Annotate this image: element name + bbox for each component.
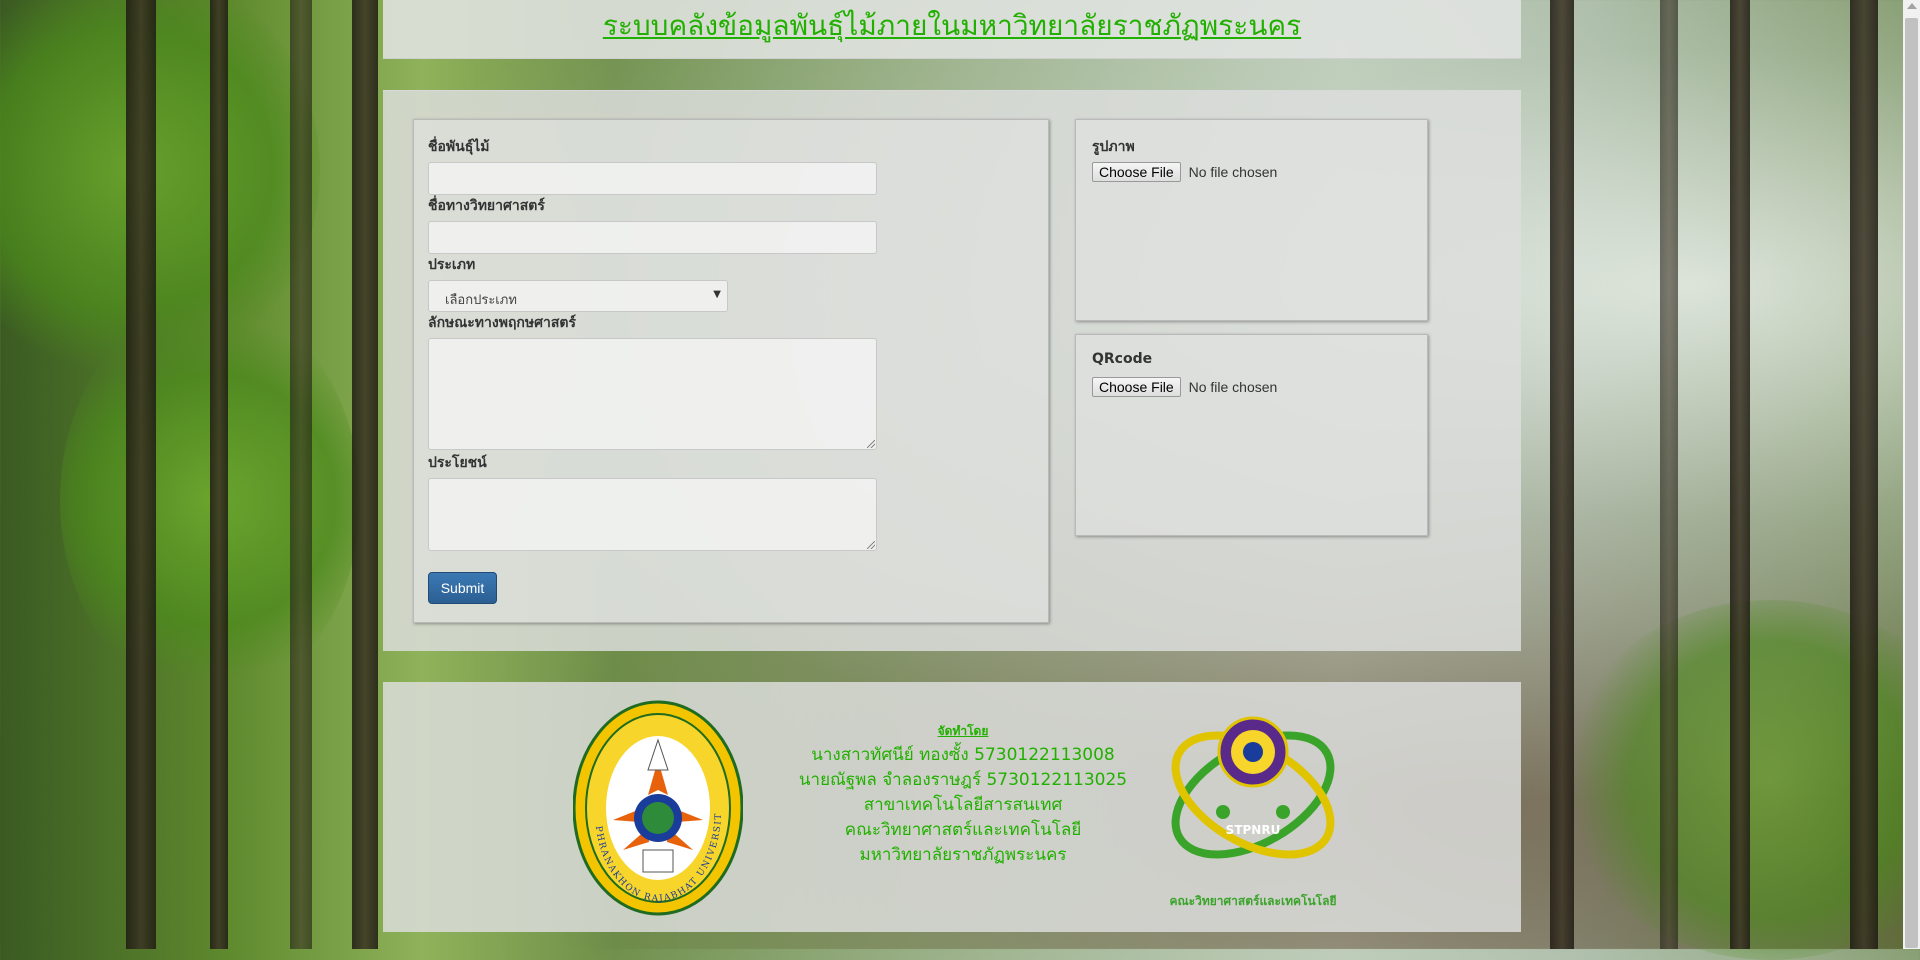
type-label: ประเภท	[428, 257, 476, 273]
credits-line: สาขาเทคโนโลยีสารสนเทศ	[863, 795, 1063, 815]
resize-handle-icon[interactable]	[867, 440, 875, 448]
credits-line: คณะวิทยาศาสตร์และเทคโนโลยี	[844, 820, 1082, 840]
plant-name-input[interactable]	[428, 162, 877, 195]
scientific-name-label: ชื่อทางวิทยาศาสตร์	[428, 198, 545, 214]
footer-panel: PHRANAKHON RAJABHAT UNIVERSITY จัดทำโดย …	[383, 682, 1521, 932]
credits-heading: จัดทำโดย	[937, 724, 989, 738]
qrcode-upload-box: QRcode Choose File No file chosen	[1075, 334, 1428, 536]
image-label: รูปภาพ	[1092, 139, 1135, 155]
university-seal-logo: PHRANAKHON RAJABHAT UNIVERSITY	[573, 700, 743, 916]
benefit-label: ประโยชน์	[428, 455, 487, 471]
image-upload-box: รูปภาพ Choose File No file chosen	[1075, 119, 1428, 321]
plant-name-label: ชื่อพันธุ์ไม้	[428, 139, 490, 155]
credits-line: นายณัฐพล จำลองราษฎร์ 5730122113025	[798, 770, 1128, 790]
chevron-down-icon: ▼	[713, 289, 721, 300]
qrcode-label: QRcode	[1092, 351, 1153, 367]
resize-handle-icon[interactable]	[867, 541, 875, 549]
file-status-text: No file chosen	[1188, 164, 1278, 180]
plant-form-box: ชื่อพันธุ์ไม้ ชื่อทางวิทยาศาสตร์ ประเภท …	[413, 119, 1049, 623]
site-title[interactable]: ระบบคลังข้อมูลพันธุ์ไม้ภายในมหาวิทยาลัยร…	[603, 4, 1301, 48]
page-scrollbar[interactable]	[1903, 0, 1920, 949]
scrollbar-thumb[interactable]	[1905, 18, 1918, 948]
file-status-text: No file chosen	[1188, 379, 1278, 395]
botany-textarea[interactable]	[428, 338, 877, 450]
choose-file-button[interactable]: Choose File	[1092, 377, 1181, 397]
image-file-input[interactable]: Choose File No file chosen	[1092, 162, 1277, 182]
qrcode-file-input[interactable]: Choose File No file chosen	[1092, 377, 1277, 397]
credits-line: นางสาวทัศนีย์ ทองซั้ง 5730122113008	[811, 745, 1115, 765]
faculty-caption: คณะวิทยาศาสตร์และเทคโนโลยี	[1170, 893, 1337, 908]
faculty-logo: STPNRU คณะวิทยาศาสตร์และเทคโนโลยี	[1170, 716, 1337, 908]
botany-label: ลักษณะทางพฤกษศาสตร์	[428, 315, 577, 331]
credits-block: จัดทำโดย นางสาวทัศนีย์ ทองซั้ง 573012211…	[763, 722, 1163, 868]
benefit-textarea[interactable]	[428, 478, 877, 551]
main-form-panel: ชื่อพันธุ์ไม้ ชื่อทางวิทยาศาสตร์ ประเภท …	[383, 90, 1521, 651]
credits-line: มหาวิทยาลัยราชภัฏพระนคร	[859, 845, 1067, 865]
choose-file-button[interactable]: Choose File	[1092, 162, 1181, 182]
scroll-up-arrow-icon[interactable]	[1907, 3, 1917, 9]
submit-button[interactable]: Submit	[428, 572, 497, 604]
faculty-badge-text: STPNRU	[1226, 823, 1281, 837]
type-select-value: เลือกประเภท	[445, 293, 517, 308]
header-panel: ระบบคลังข้อมูลพันธุ์ไม้ภายในมหาวิทยาลัยร…	[383, 0, 1521, 59]
scientific-name-input[interactable]	[428, 221, 877, 254]
type-select[interactable]: เลือกประเภท ▼	[428, 280, 728, 312]
